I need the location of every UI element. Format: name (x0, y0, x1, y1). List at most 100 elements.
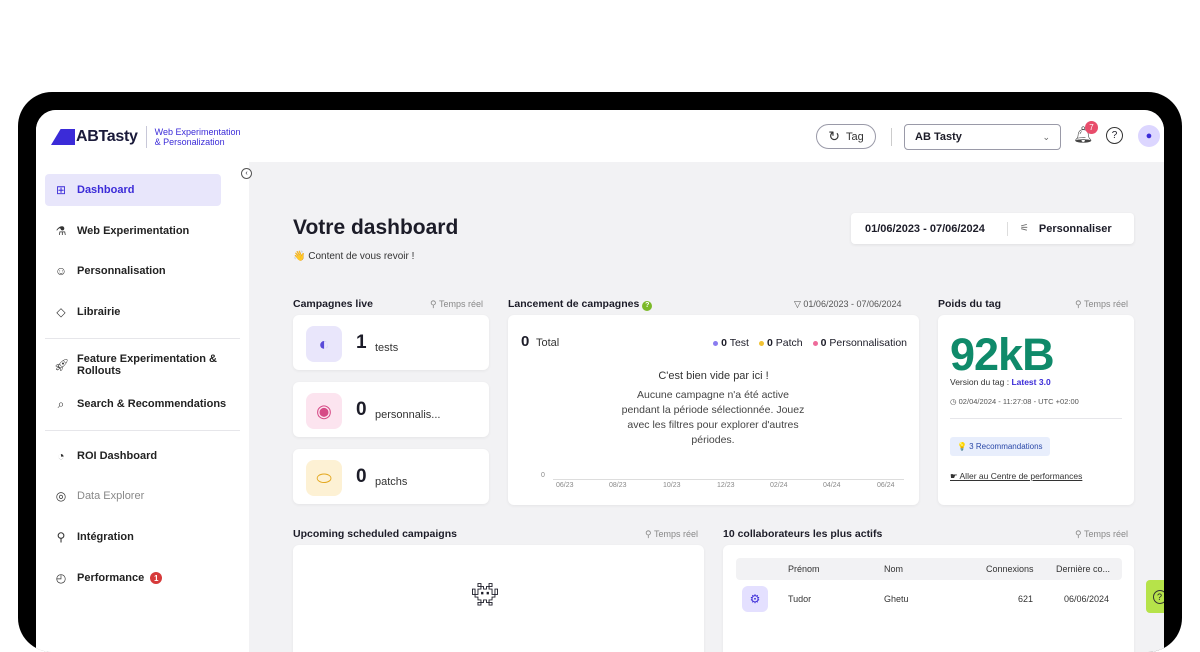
brand-logo[interactable]: ABTasty Web Experimentation & Personaliz… (51, 126, 241, 148)
tag-divider (950, 418, 1122, 419)
avatar[interactable]: ● (1138, 125, 1160, 147)
tests-card[interactable]: ◐ 1 tests (293, 315, 489, 370)
personalizations-card[interactable]: ◉ 0 personnalis... (293, 382, 489, 437)
legend-dot (713, 340, 719, 346)
launch-total-value: 0 (521, 333, 530, 350)
tag-date-value: 02/04/2024 - 11:27:08 - UTC +02:00 (958, 397, 1079, 406)
recommendations-badge[interactable]: 💡 3 Recommandations (950, 437, 1050, 456)
brand-subtitle-line1: Web Experimentation (154, 127, 241, 137)
legend-personalization-value: 0 (820, 337, 827, 349)
sidebar: ⊞ Dashboard ⚗ Web Experimentation ☺ Personn… (36, 162, 249, 652)
x-tick: 02/24 (770, 482, 788, 489)
x-axis-line (553, 479, 904, 480)
bandage-icon: ⬭ (306, 460, 342, 496)
sidebar-item-label: Intégration (77, 531, 134, 543)
user-gear-icon: ⚙ (742, 586, 768, 612)
sidebar-item-search-recommendations[interactable]: ⌕ Search & Recommendations (45, 388, 240, 420)
integration-icon: ⚲ (56, 530, 66, 544)
tag-weight-title: Poids du tag (938, 298, 1001, 310)
y-axis-zero: 0 (541, 472, 545, 479)
x-tick: 06/23 (556, 482, 574, 489)
launch-legend: 0 Test 0 Patch 0 Personnalisation (713, 337, 907, 349)
table-row[interactable]: ⚙ Tudor Ghetu 621 06/06/2024 (736, 583, 1122, 615)
performance-badge: 1 (150, 572, 163, 584)
live-campaigns-title: Campagnes live (293, 298, 373, 310)
sidebar-item-data-explorer[interactable]: ◎ Data Explorer (45, 480, 221, 512)
personalizations-count: 0 (356, 399, 367, 420)
sidebar-item-performance[interactable]: ◴ Performance 1 (45, 562, 221, 594)
tag-weight-realtime: ⚲ Temps réel (1075, 299, 1128, 310)
logo-divider (145, 126, 147, 148)
launch-date-filter[interactable]: ▽ 01/06/2023 - 07/06/2024 (794, 299, 902, 310)
sidebar-item-roi-dashboard[interactable]: ◔ ROI Dashboard (45, 440, 221, 472)
empty-state-title: C'est bien vide par ici ! (658, 370, 769, 382)
pin-icon: ⚲ (1075, 529, 1084, 539)
page-title: Votre dashboard (293, 216, 459, 239)
help-icon: ? (1152, 589, 1164, 604)
column-connections[interactable]: Connexions (986, 564, 1034, 574)
legend-test-label: Test (729, 337, 749, 349)
sidebar-item-label: ROI Dashboard (77, 450, 158, 462)
info-icon[interactable]: ? (642, 301, 653, 311)
account-select[interactable]: AB Tasty ⌄ (904, 124, 1061, 150)
sidebar-item-integration[interactable]: ⚲ Intégration (45, 521, 221, 553)
legend-patch[interactable]: 0 Patch (758, 337, 803, 349)
patches-count: 0 (356, 466, 367, 487)
performance-center-link[interactable]: ☛ Aller au Centre de performances (950, 471, 1082, 482)
filter-icon: ▽ (794, 299, 804, 309)
tag-button[interactable]: ↻ Tag (816, 124, 876, 149)
brand-name: ABTasty (76, 128, 138, 145)
sidebar-item-personnalisation[interactable]: ☺ Personnalisation (45, 255, 221, 287)
user-icon: ● (1145, 130, 1153, 142)
tests-label: tests (375, 342, 399, 354)
gauge-icon: ◴ (55, 571, 67, 585)
tag-weight-value: 92kB (950, 329, 1055, 380)
sidebar-item-label-line1: Feature Experimentation & (77, 353, 217, 365)
brand-subtitle: Web Experimentation & Personalization (155, 127, 241, 147)
performance-center-link-label: Aller au Centre de performances (959, 471, 1083, 481)
launch-total-label: Total (536, 337, 560, 349)
main-content: Votre dashboard 👋 Content de vous revoir… (249, 162, 1164, 652)
pin-icon: ⚲ (430, 299, 439, 309)
sidebar-item-label: Personnalisation (77, 265, 166, 277)
cell-last-name: Ghetu (884, 594, 909, 604)
column-last-seen[interactable]: Dernière co... (1056, 564, 1110, 574)
account-select-value: AB Tasty (915, 131, 962, 143)
column-last-name[interactable]: Nom (884, 564, 903, 574)
puzzle-icon: ◇ (56, 305, 66, 319)
grid-icon: ⊞ (55, 183, 67, 197)
search-icon: ⌕ (57, 396, 65, 411)
sidebar-item-librairie[interactable]: ◇ Librairie (45, 296, 221, 328)
column-first-name[interactable]: Prénom (788, 564, 820, 574)
date-range-picker[interactable]: 01/06/2023 - 07/06/2024 ⚟ Personnaliser (851, 213, 1134, 244)
cell-connections: 621 (1018, 594, 1034, 604)
realtime-label: Temps réel (1083, 529, 1128, 539)
tag-weight-card: 92kB Version du tag : Latest 3.0 ◷ 02/04… (938, 315, 1134, 505)
patches-card[interactable]: ⬭ 0 patchs (293, 449, 489, 504)
app-screen: ABTasty Web Experimentation & Personaliz… (36, 110, 1164, 652)
sidebar-item-label: Web Experimentation (77, 225, 190, 237)
customize-button[interactable]: Personnaliser (1039, 223, 1112, 235)
explore-icon: ◎ (55, 489, 67, 503)
sidebar-item-dashboard[interactable]: ⊞ Dashboard (45, 174, 221, 206)
flask-icon: ⚗ (55, 224, 67, 238)
sidebar-item-feature-experimentation[interactable]: 🚀︎ Feature Experimentation & Rollouts (45, 346, 221, 384)
device-frame: ABTasty Web Experimentation & Personaliz… (18, 92, 1182, 652)
sidebar-item-web-experimentation[interactable]: ⚗ Web Experimentation (45, 215, 221, 247)
legend-dot (812, 340, 818, 346)
legend-personalization[interactable]: 0 Personnalisation (812, 337, 907, 349)
floating-help-button[interactable]: ? (1146, 580, 1164, 613)
split-icon: ◐ (306, 326, 342, 362)
pin-icon: ⚲ (645, 529, 654, 539)
welcome-message: 👋 Content de vous revoir ! (293, 251, 415, 262)
tag-date: ◷ 02/04/2024 - 11:27:08 - UTC +02:00 (950, 397, 1079, 406)
sidebar-item-label: Search & Recommendations (77, 398, 227, 410)
legend-test[interactable]: 0 Test (713, 337, 749, 349)
help-icon[interactable]: ? (1106, 127, 1123, 144)
sidebar-item-label: Dashboard (77, 184, 135, 196)
realtime-label: Temps réel (438, 299, 483, 309)
realtime-label: Temps réel (1083, 299, 1128, 309)
patches-label: patchs (375, 476, 408, 488)
sidebar-divider (45, 338, 240, 339)
launch-title-text: Lancement de campagnes (508, 298, 640, 310)
